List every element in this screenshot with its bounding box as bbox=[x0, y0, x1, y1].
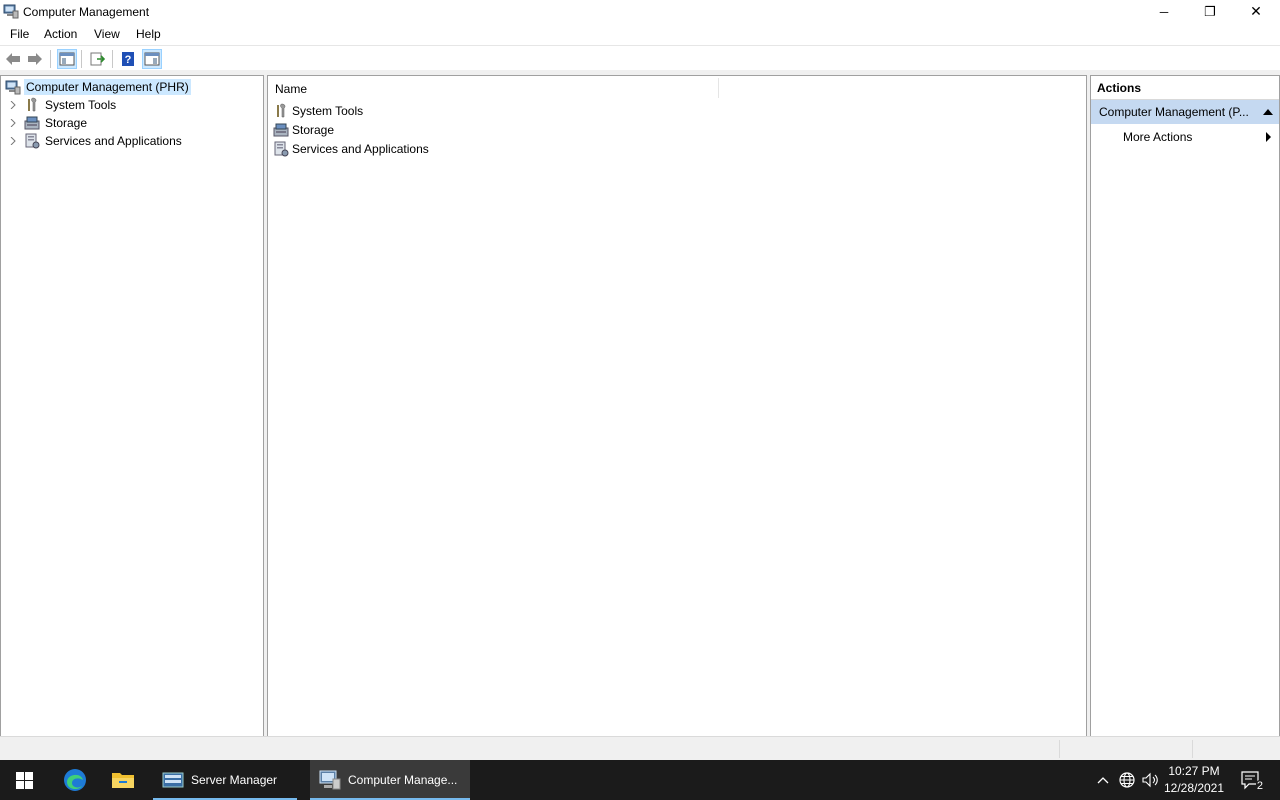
tree-root-computer-management[interactable]: Computer Management (PHR) bbox=[5, 78, 191, 96]
notification-count-badge: 2 bbox=[1255, 780, 1264, 792]
list-item-label: Storage bbox=[292, 122, 335, 137]
status-bar bbox=[0, 736, 1280, 761]
actions-header: Actions bbox=[1091, 76, 1279, 100]
chevron-up-icon bbox=[1097, 777, 1109, 784]
title-bar: Computer Management ─ ❐ ✕ bbox=[0, 0, 1280, 23]
column-header-name[interactable]: Name bbox=[275, 82, 307, 96]
show-hide-console-tree-button[interactable] bbox=[57, 49, 77, 69]
menu-view[interactable]: View bbox=[92, 27, 122, 41]
close-icon: ✕ bbox=[1250, 3, 1262, 19]
tree-item-label: Services and Applications bbox=[45, 134, 182, 148]
tree-item-label: System Tools bbox=[45, 98, 117, 112]
export-list-icon bbox=[90, 52, 105, 66]
export-list-button[interactable] bbox=[87, 49, 107, 69]
windows-logo-icon bbox=[15, 771, 33, 789]
system-tools-icon bbox=[28, 97, 37, 112]
results-pane: Name System Tools Storage Services and A… bbox=[267, 75, 1087, 737]
tree-item-storage[interactable]: Storage bbox=[1, 114, 263, 132]
forward-button[interactable] bbox=[25, 49, 45, 69]
taskbar-app-label: Computer Manage... bbox=[348, 773, 458, 787]
help-icon: ? bbox=[122, 52, 134, 66]
restore-button[interactable]: ❐ bbox=[1187, 0, 1233, 23]
toolbar-separator bbox=[50, 50, 51, 68]
minimize-button[interactable]: ─ bbox=[1141, 0, 1187, 23]
column-divider[interactable] bbox=[718, 78, 719, 98]
edge-browser-icon bbox=[64, 769, 86, 791]
column-header-row: Name bbox=[268, 76, 1086, 101]
work-area: Computer Management (PHR) System Tools S… bbox=[0, 70, 1280, 737]
submenu-arrow-icon bbox=[1266, 132, 1271, 142]
chevron-right-icon[interactable] bbox=[9, 137, 17, 145]
restore-icon: ❐ bbox=[1204, 3, 1216, 19]
clock-date: 12/28/2021 bbox=[1163, 781, 1225, 795]
action-pane-icon bbox=[144, 52, 160, 66]
toolbar-separator bbox=[81, 50, 82, 68]
show-hide-action-pane-button[interactable] bbox=[142, 49, 162, 69]
taskbar: Server Manager Computer Manage... 10:27 … bbox=[0, 760, 1280, 800]
taskbar-clock[interactable]: 10:27 PM 12/28/2021 bbox=[1154, 763, 1234, 797]
list-item-system-tools[interactable]: System Tools bbox=[273, 101, 363, 120]
tree-item-system-tools[interactable]: System Tools bbox=[1, 96, 263, 114]
menu-file[interactable]: File bbox=[8, 27, 31, 41]
more-actions-item[interactable]: More Actions bbox=[1123, 130, 1192, 144]
globe-icon bbox=[1119, 772, 1135, 788]
back-arrow-icon bbox=[6, 53, 20, 65]
menu-action[interactable]: Action bbox=[42, 27, 79, 41]
server-manager-icon bbox=[162, 772, 184, 788]
actions-pane: Actions Computer Management (P... More A… bbox=[1090, 75, 1280, 737]
storage-icon bbox=[273, 123, 289, 136]
status-separator bbox=[1192, 740, 1193, 758]
tree-root-label: Computer Management (PHR) bbox=[24, 79, 191, 95]
chevron-right-icon[interactable] bbox=[9, 119, 17, 127]
menu-help[interactable]: Help bbox=[134, 27, 163, 41]
list-item-storage[interactable]: Storage bbox=[273, 120, 334, 139]
list-item-services-and-applications[interactable]: Services and Applications bbox=[273, 139, 429, 158]
help-button[interactable]: ? bbox=[118, 49, 138, 69]
tree-item-services-and-applications[interactable]: Services and Applications bbox=[1, 132, 263, 150]
console-tree-icon bbox=[59, 52, 75, 66]
close-button[interactable]: ✕ bbox=[1233, 0, 1279, 23]
storage-icon bbox=[24, 116, 40, 130]
folder-icon bbox=[112, 773, 134, 788]
action-center-button[interactable]: 2 bbox=[1240, 769, 1264, 792]
clock-time: 10:27 PM bbox=[1168, 764, 1220, 778]
computer-management-icon bbox=[5, 80, 21, 95]
back-button[interactable] bbox=[3, 49, 23, 69]
taskbar-server-manager-button[interactable]: Server Manager bbox=[153, 760, 297, 800]
taskbar-edge-button[interactable] bbox=[52, 760, 98, 800]
window-title: Computer Management bbox=[23, 5, 150, 19]
console-tree-pane: Computer Management (PHR) System Tools S… bbox=[0, 75, 264, 737]
network-button[interactable] bbox=[1117, 770, 1137, 790]
minimize-icon: ─ bbox=[1159, 4, 1169, 19]
computer-management-icon bbox=[3, 4, 19, 19]
toolbar: ? bbox=[0, 45, 1280, 71]
start-button[interactable] bbox=[0, 760, 48, 800]
services-and-applications-icon bbox=[274, 141, 289, 156]
forward-arrow-icon bbox=[28, 53, 42, 65]
actions-header-label: Actions bbox=[1097, 81, 1142, 95]
actions-group-label: Computer Management (P... bbox=[1099, 105, 1249, 119]
taskbar-app-label: Server Manager bbox=[191, 773, 278, 787]
show-hidden-icons-button[interactable] bbox=[1093, 770, 1113, 790]
chevron-right-icon[interactable] bbox=[9, 101, 17, 109]
computer-management-icon bbox=[319, 770, 341, 790]
collapse-arrow-icon[interactable] bbox=[1263, 109, 1273, 115]
svg-text:?: ? bbox=[125, 54, 132, 66]
tree-item-label: Storage bbox=[45, 116, 88, 130]
list-item-label: System Tools bbox=[292, 103, 364, 118]
services-and-applications-icon bbox=[25, 133, 40, 149]
system-tools-icon bbox=[277, 103, 286, 117]
actions-group-computer-management[interactable]: Computer Management (P... bbox=[1091, 100, 1279, 124]
taskbar-computer-management-button[interactable]: Computer Manage... bbox=[310, 760, 470, 800]
toolbar-separator bbox=[112, 50, 113, 68]
status-separator bbox=[1059, 740, 1060, 758]
list-item-label: Services and Applications bbox=[292, 141, 429, 156]
menu-bar: File Action View Help bbox=[0, 23, 1280, 45]
taskbar-file-explorer-button[interactable] bbox=[100, 760, 146, 800]
